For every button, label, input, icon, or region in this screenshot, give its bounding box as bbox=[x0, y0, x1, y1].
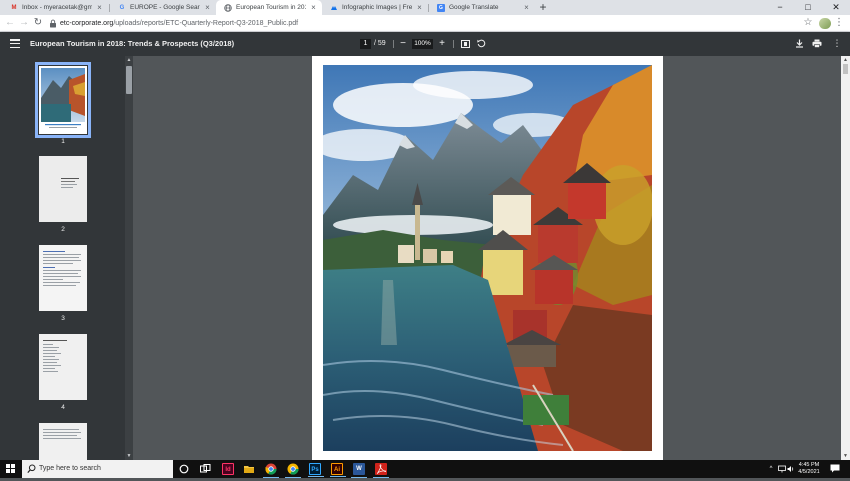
chrome-icon[interactable] bbox=[263, 463, 279, 478]
tab-title: Inbox - myeracetak@gmail.com bbox=[22, 4, 92, 11]
bookmark-star-icon[interactable]: ☆ bbox=[802, 15, 814, 32]
thumbnail-preview bbox=[35, 62, 91, 138]
more-actions-icon[interactable]: ⋮ bbox=[830, 32, 844, 56]
tab-strip: M Inbox - myeracetak@gmail.com × G EUROP… bbox=[0, 0, 850, 15]
minimize-button[interactable]: − bbox=[766, 0, 794, 15]
google-icon: G bbox=[119, 4, 125, 11]
profile-avatar[interactable] bbox=[819, 18, 831, 29]
url-domain: etc-corporate.org bbox=[60, 20, 114, 27]
tab-google-search[interactable]: G EUROPE - Google Search × bbox=[110, 0, 216, 15]
cover-photo bbox=[323, 65, 652, 451]
toolbar-divider bbox=[453, 40, 454, 48]
cortana-icon[interactable] bbox=[178, 463, 190, 475]
tab-google-translate[interactable]: G Google Translate × bbox=[429, 0, 535, 15]
close-tab-icon[interactable]: × bbox=[522, 3, 531, 12]
tab-gmail[interactable]: M Inbox - myeracetak@gmail.com × bbox=[2, 0, 108, 15]
tray-chevron-icon[interactable]: ^ bbox=[766, 460, 776, 478]
reload-button[interactable]: ↻ bbox=[31, 15, 45, 32]
pdf-toolbar: European Tourism in 2018: Trends & Prosp… bbox=[0, 32, 850, 56]
thumbnail-preview bbox=[39, 423, 87, 460]
zoom-input[interactable]: 100% bbox=[412, 39, 433, 49]
toolbar-divider bbox=[393, 40, 394, 48]
pdf-page bbox=[312, 56, 663, 460]
windows-start-icon[interactable] bbox=[6, 464, 15, 473]
taskbar-search-box[interactable]: Type here to search bbox=[22, 460, 173, 478]
network-icon[interactable] bbox=[777, 460, 786, 478]
volume-icon[interactable] bbox=[786, 460, 795, 478]
notification-icon[interactable] bbox=[830, 464, 840, 473]
thumbnail-number: 4 bbox=[61, 404, 65, 411]
thumbnail-page-4[interactable]: 4 bbox=[39, 334, 87, 411]
word-icon[interactable]: W bbox=[351, 463, 367, 478]
print-icon[interactable] bbox=[810, 32, 824, 56]
task-view-icon[interactable] bbox=[199, 463, 211, 475]
search-icon bbox=[27, 464, 36, 473]
tab-title: EUROPE - Google Search bbox=[130, 4, 200, 11]
thumbnail-page-3[interactable]: 3 bbox=[39, 245, 87, 322]
tab-title: European Tourism in 2018: Trend bbox=[236, 4, 306, 11]
scroll-up-arrow[interactable]: ▲ bbox=[841, 56, 850, 64]
gmail-icon: M bbox=[11, 4, 17, 11]
windows-taskbar: Type here to search Id Ps Ai W ^ 4:45 PM… bbox=[0, 460, 850, 478]
scroll-down-arrow[interactable]: ▼ bbox=[841, 452, 850, 460]
clock-date: 4/5/2021 bbox=[798, 469, 820, 475]
tab-infographic[interactable]: Infographic Images | Free Vector × bbox=[322, 0, 428, 15]
thumbnail-sidebar: 1 2 3 4 ▲ ▼ bbox=[0, 56, 133, 460]
tab-european-tourism[interactable]: European Tourism in 2018: Trend × bbox=[216, 0, 322, 15]
acrobat-icon[interactable] bbox=[373, 463, 389, 478]
chrome-profile-icon[interactable] bbox=[285, 463, 301, 478]
maximize-button[interactable]: □ bbox=[794, 0, 822, 15]
scroll-down-arrow[interactable]: ▼ bbox=[125, 452, 133, 460]
close-tab-icon[interactable]: × bbox=[415, 3, 424, 12]
lock-icon[interactable] bbox=[49, 19, 57, 28]
download-icon[interactable] bbox=[792, 32, 806, 56]
file-explorer-icon[interactable] bbox=[243, 463, 255, 475]
menu-icon[interactable] bbox=[10, 39, 20, 49]
chrome-menu-icon[interactable]: ⋮ bbox=[834, 15, 844, 32]
clock-time: 4:45 PM bbox=[798, 462, 820, 468]
tab-title: Google Translate bbox=[449, 4, 499, 11]
taskbar-clock[interactable]: 4:45 PM 4/5/2021 bbox=[795, 462, 823, 476]
page-total: / 59 bbox=[374, 40, 386, 47]
search-placeholder: Type here to search bbox=[39, 465, 101, 472]
thumbnail-page-2[interactable]: 2 bbox=[39, 156, 87, 233]
address-bar[interactable]: etc-corporate.org/uploads/reports/ETC-Qu… bbox=[60, 15, 298, 32]
page-number-input[interactable]: 1 bbox=[360, 39, 371, 49]
globe-icon bbox=[224, 3, 232, 12]
main-scroll-thumb[interactable] bbox=[843, 64, 848, 74]
forward-button[interactable]: → bbox=[17, 15, 31, 32]
url-path: /uploads/reports/ETC-Quarterly-Report-Q3… bbox=[113, 20, 299, 27]
tab-title: Infographic Images | Free Vector bbox=[342, 4, 412, 11]
thumbnail-preview bbox=[39, 334, 87, 400]
close-tab-icon[interactable]: × bbox=[95, 3, 104, 12]
thumbnail-preview bbox=[39, 156, 87, 222]
illustrator-icon[interactable]: Ai bbox=[330, 463, 346, 477]
freepik-icon bbox=[330, 4, 338, 12]
scroll-up-arrow[interactable]: ▲ bbox=[125, 56, 133, 64]
indesign-icon[interactable]: Id bbox=[222, 463, 234, 475]
new-tab-button[interactable]: + bbox=[536, 0, 550, 15]
close-tab-icon[interactable]: × bbox=[203, 3, 212, 12]
close-window-button[interactable]: ✕ bbox=[822, 0, 850, 15]
thumbnail-page-5[interactable] bbox=[39, 423, 87, 460]
document-title: European Tourism in 2018: Trends & Prosp… bbox=[30, 39, 235, 48]
thumbnail-page-1[interactable]: 1 bbox=[35, 62, 91, 145]
sidebar-scrollbar[interactable]: ▲ ▼ bbox=[125, 56, 133, 460]
close-tab-icon[interactable]: × bbox=[309, 3, 318, 12]
zoom-out-button[interactable]: − bbox=[397, 32, 409, 56]
sidebar-scroll-thumb[interactable] bbox=[126, 66, 132, 94]
back-button[interactable]: ← bbox=[3, 15, 17, 32]
translate-icon: G bbox=[437, 3, 445, 12]
zoom-in-button[interactable]: + bbox=[436, 32, 448, 56]
thumbnail-number: 2 bbox=[61, 226, 65, 233]
browser-toolbar: ← → ↻ etc-corporate.org/uploads/reports/… bbox=[0, 15, 850, 32]
thumbnail-number: 1 bbox=[61, 138, 65, 145]
rotate-icon[interactable] bbox=[474, 32, 488, 56]
fit-page-icon[interactable] bbox=[458, 32, 472, 56]
photoshop-icon[interactable]: Ps bbox=[308, 463, 324, 477]
thumbnail-preview bbox=[39, 245, 87, 311]
pdf-main-view[interactable] bbox=[133, 56, 841, 460]
thumbnail-number: 3 bbox=[61, 315, 65, 322]
main-scrollbar[interactable]: ▲ ▼ bbox=[841, 56, 850, 460]
